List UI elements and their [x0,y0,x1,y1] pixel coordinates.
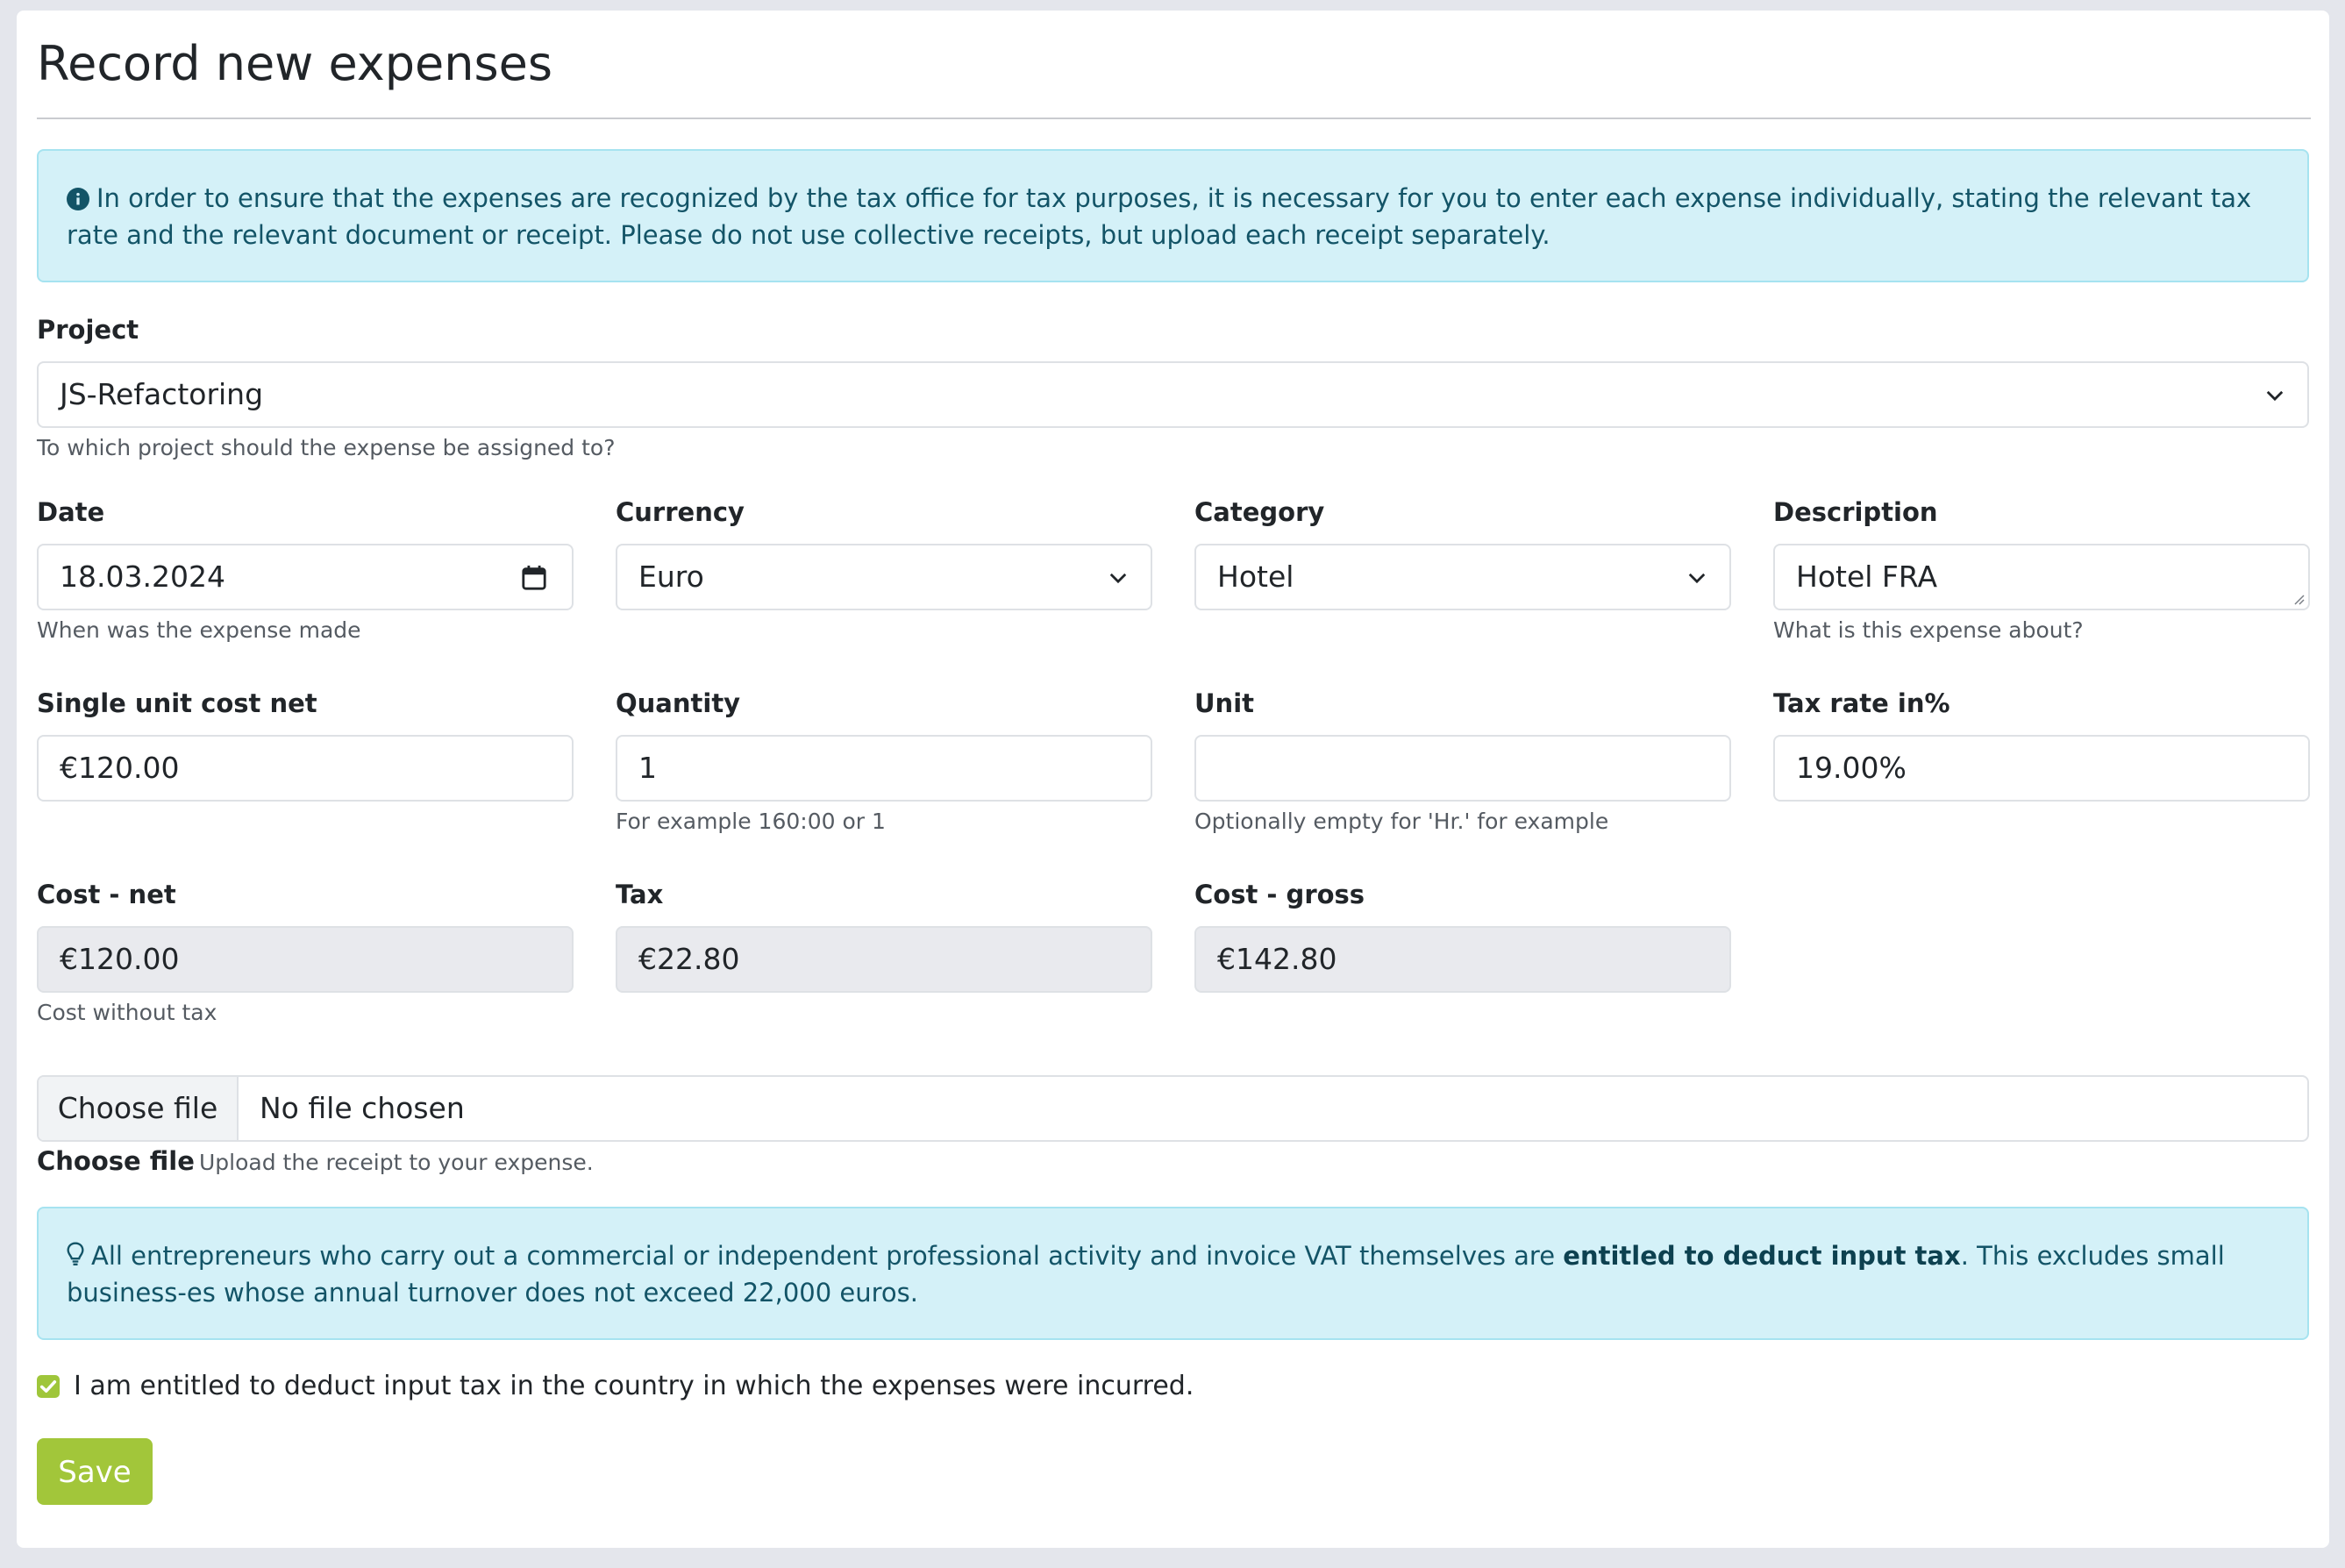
entitlement-checkbox[interactable] [37,1375,60,1398]
chevron-down-icon [1109,573,1127,584]
checkmark-icon [39,1380,57,1393]
currency-select-value: Euro [638,559,704,594]
tax-value: €22.80 [638,942,740,976]
cost-gross-field: €142.80 [1194,926,1731,993]
unit-cost-label: Single unit cost net [37,688,317,718]
cost-gross-label: Cost - gross [1194,880,1365,909]
category-select-value: Hotel [1217,559,1294,594]
save-button[interactable]: Save [37,1438,153,1505]
file-help-line: Choose file Upload the receipt to your e… [37,1144,594,1183]
tax-rate-input[interactable]: 19.00% [1773,735,2310,802]
currency-select[interactable]: Euro [616,544,1152,610]
info-alert-text: In order to ensure that the expenses are… [67,183,2252,250]
category-select[interactable]: Hotel [1194,544,1731,610]
description-textarea-value: Hotel FRA [1796,559,1938,594]
unit-input[interactable] [1194,735,1731,802]
quantity-help: For example 160:00 or 1 [616,809,886,834]
tip-alert-emphasis: entitled to deduct input tax [1563,1241,1961,1271]
date-input[interactable]: 18.03.2024 [37,544,574,610]
info-circle-icon [67,188,89,210]
description-label: Description [1773,497,1938,527]
unit-label: Unit [1194,688,1254,718]
file-help: Upload the receipt to your expense. [199,1150,594,1175]
quantity-input-value: 1 [638,751,657,785]
category-label: Category [1194,497,1325,527]
entitlement-label[interactable]: I am entitled to deduct input tax in the… [74,1368,1194,1405]
date-help: When was the expense made [37,617,361,643]
page-title: Record new expenses [37,36,552,91]
cost-net-value: €120.00 [60,942,180,976]
cost-net-help: Cost without tax [37,1000,217,1025]
unit-help: Optionally empty for 'Hr.' for example [1194,809,1609,834]
title-divider [37,118,2311,119]
date-input-value: 18.03.2024 [60,559,225,594]
cost-gross-value: €142.80 [1217,942,1337,976]
tax-rate-input-value: 19.00% [1796,751,1907,785]
project-help: To which project should the expense be a… [37,435,616,460]
resize-handle-icon[interactable] [2291,591,2305,605]
choose-file-button[interactable]: Choose file [39,1077,239,1140]
currency-label: Currency [616,497,745,527]
tax-field: €22.80 [616,926,1152,993]
chevron-down-icon [1688,573,1706,584]
tip-alert-text-before: All entrepreneurs who carry out a commer… [91,1241,1564,1271]
project-select[interactable]: JS-Refactoring [37,361,2309,428]
receipt-file-input[interactable]: Choose file No file chosen [37,1075,2309,1142]
chevron-down-icon [2266,390,2284,402]
unit-cost-input[interactable]: €120.00 [37,735,574,802]
file-label: Choose file [37,1146,195,1176]
tax-rate-label: Tax rate in% [1773,688,1950,718]
quantity-label: Quantity [616,688,741,718]
project-select-value: JS-Refactoring [60,377,264,411]
quantity-input[interactable]: 1 [616,735,1152,802]
date-label: Date [37,497,105,527]
lightbulb-icon [67,1242,84,1265]
cost-net-label: Cost - net [37,880,176,909]
project-label: Project [37,315,139,345]
description-textarea[interactable]: Hotel FRA [1773,544,2310,610]
cost-net-field: €120.00 [37,926,574,993]
description-help: What is this expense about? [1773,617,2084,643]
file-status: No file chosen [260,1091,465,1125]
tax-label: Tax [616,880,664,909]
unit-cost-input-value: €120.00 [60,751,180,785]
info-alert: In order to ensure that the expenses are… [37,149,2309,282]
tip-alert: All entrepreneurs who carry out a commer… [37,1207,2309,1340]
calendar-icon[interactable] [521,565,547,591]
